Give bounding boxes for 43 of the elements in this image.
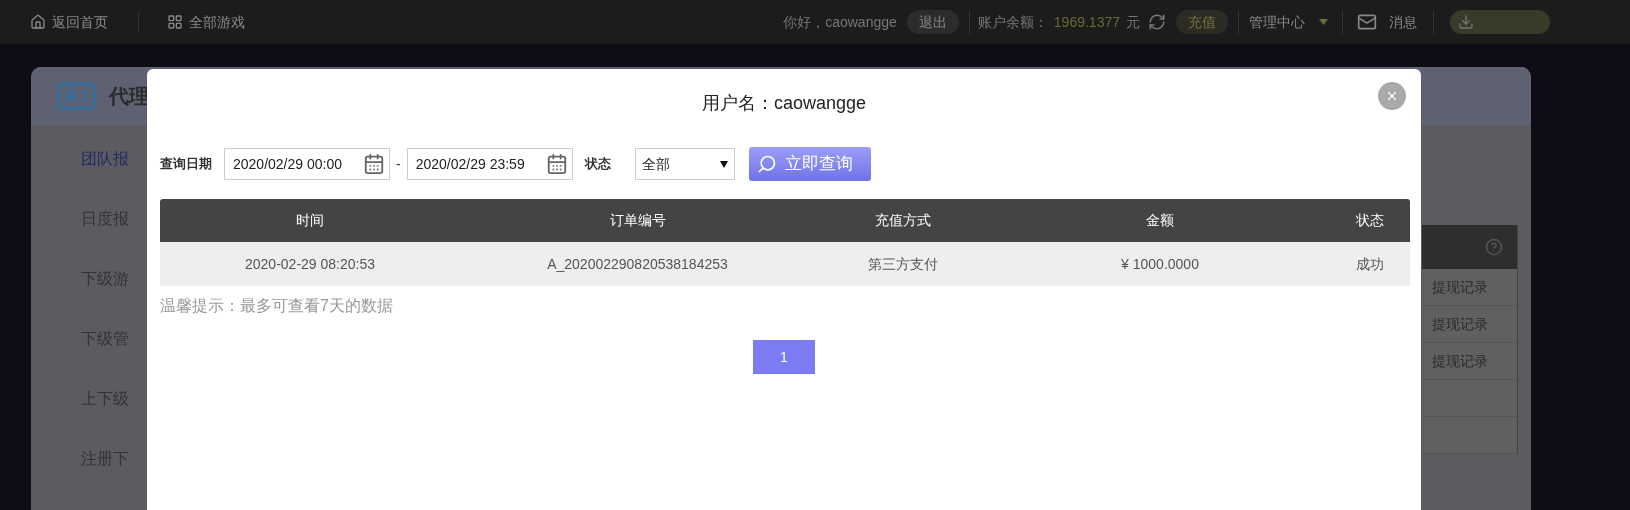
table-cell-text: A_202002290820538184253 xyxy=(547,254,728,274)
column-header: 订单编号 xyxy=(609,211,666,230)
recharge-button[interactable]: 充值 xyxy=(1176,10,1228,34)
hint-text: 温馨提示：最多可查看7天的数据 xyxy=(160,296,394,316)
grid-icon xyxy=(167,14,183,30)
status-label: 状态 xyxy=(584,155,611,174)
nav-link[interactable]: 全部游戏 xyxy=(167,11,275,33)
table-cell-text: 成功 xyxy=(1356,254,1384,274)
balance-amount: 1969.1377 xyxy=(1053,12,1120,32)
status-select[interactable]: 全部 xyxy=(634,148,735,180)
dropdown-arrow-icon xyxy=(719,160,728,168)
page-button[interactable]: 1 xyxy=(753,340,815,374)
date-separator: - xyxy=(396,154,401,174)
close-icon xyxy=(1385,89,1399,103)
date-field[interactable]: 2020/02/29 23:59 xyxy=(406,148,573,180)
panel-title: 代理 xyxy=(109,84,149,109)
currency-label: 元 xyxy=(1126,12,1140,32)
caret-icon xyxy=(1319,19,1328,25)
balance-label: 账户余额： xyxy=(977,12,1048,32)
admin-menu[interactable]: 管理中心 xyxy=(1249,11,1328,33)
messages-link[interactable]: 消息 xyxy=(1355,11,1417,33)
column-header: 时间 xyxy=(296,211,324,230)
download-icon xyxy=(1458,14,1474,30)
dialog-title: 用户名：caowangge xyxy=(701,92,867,115)
download-button[interactable] xyxy=(1450,10,1550,34)
column-header: 充值方式 xyxy=(874,211,931,230)
table-cell-text: 2020-02-29 08:20:53 xyxy=(245,254,375,274)
table-cell-text: 第三方支付 xyxy=(867,254,938,274)
home-icon xyxy=(30,14,46,30)
query-button[interactable]: 立即查询 xyxy=(748,147,871,181)
logout-button[interactable]: 退出 xyxy=(906,10,959,34)
calendar-icon[interactable] xyxy=(363,153,385,175)
nav-link[interactable]: 返回首页 xyxy=(30,11,139,33)
table-cell-text: ¥ 1000.0000 xyxy=(1121,254,1199,274)
date-field[interactable]: 2020/02/29 00:00 xyxy=(224,148,390,180)
search-icon xyxy=(756,154,777,174)
refresh-icon[interactable] xyxy=(1148,13,1166,31)
mail-icon xyxy=(1355,12,1379,32)
greeting: 你好，caowangge xyxy=(783,12,897,32)
date-label: 查询日期 xyxy=(160,155,212,174)
column-header: 状态 xyxy=(1356,211,1384,230)
calendar-icon[interactable] xyxy=(545,153,568,175)
column-header: 金额 xyxy=(1146,211,1174,230)
